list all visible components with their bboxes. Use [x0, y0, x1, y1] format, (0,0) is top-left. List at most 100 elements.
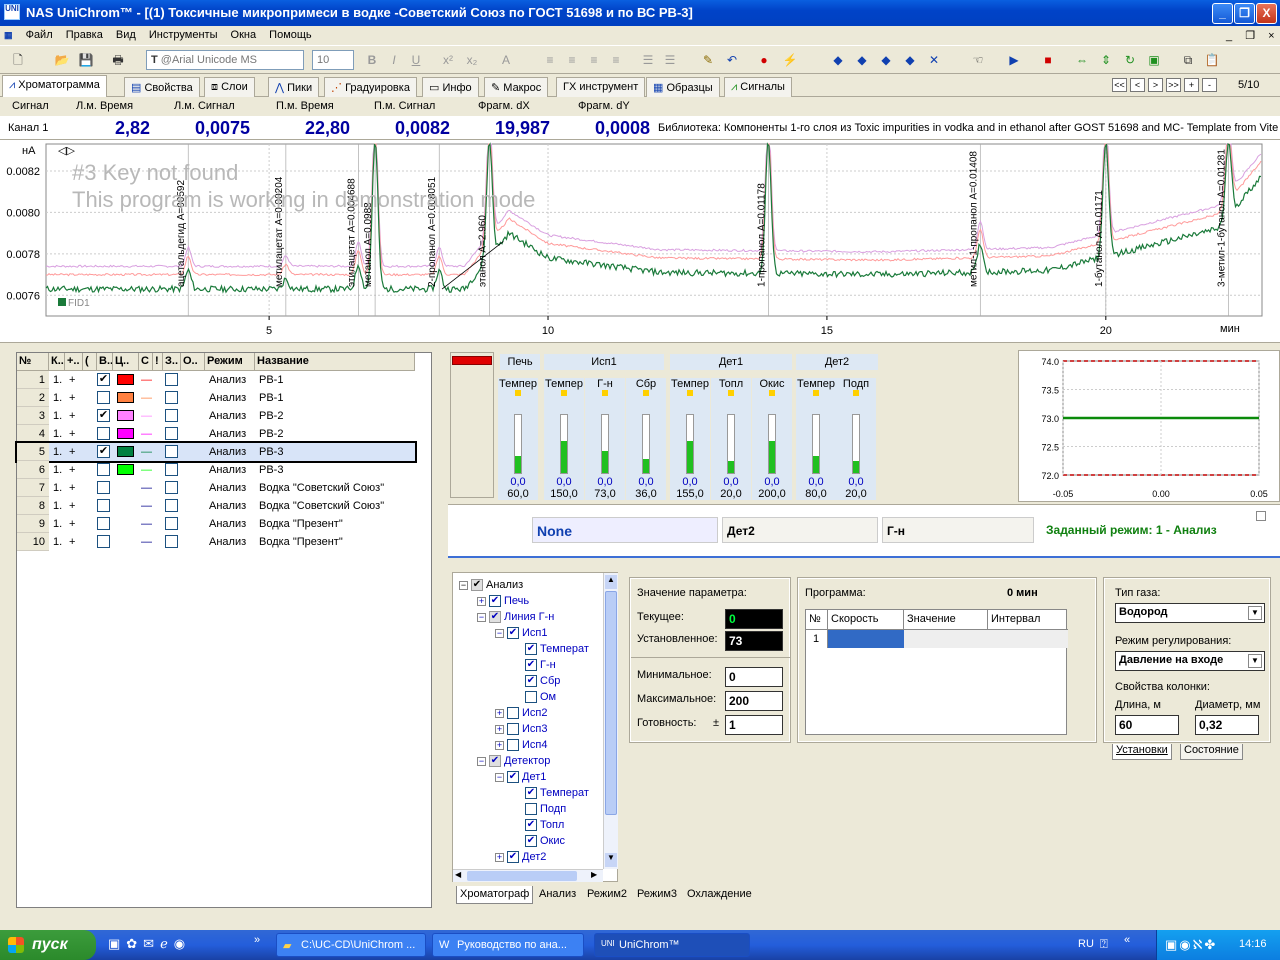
align-left-icon[interactable]: ≡ [540, 50, 560, 70]
menu-edit[interactable]: Правка [61, 26, 108, 41]
program-cell-rest[interactable] [904, 630, 1068, 648]
tree-node[interactable]: Ом [513, 691, 556, 704]
param-ready-input[interactable]: 1 [725, 715, 783, 735]
scroll-arrows-icon[interactable]: ◁▷ [58, 145, 75, 157]
line-style-icon[interactable]: — [141, 536, 152, 548]
tab-calibration[interactable]: ⋰ Градуировка [324, 77, 417, 97]
scroll-up-icon[interactable]: ▲ [605, 575, 617, 589]
tree-node[interactable]: + Исп2 [495, 707, 547, 720]
tree-checkbox[interactable]: ✔ [525, 675, 537, 688]
maximize-button[interactable]: ❐ [1234, 3, 1255, 24]
visible-checkbox[interactable] [97, 391, 110, 404]
nav-add-button[interactable]: + [1184, 78, 1199, 92]
nav-first-button[interactable]: << [1112, 78, 1127, 92]
tree-node[interactable]: − ✔ Дет1 [495, 771, 546, 784]
tree-node[interactable]: − ✔ Исп1 [495, 627, 547, 640]
visible-checkbox[interactable] [97, 499, 110, 512]
color-swatch[interactable] [117, 392, 134, 403]
arrow-sw-icon[interactable]: ◆ [876, 50, 896, 70]
visible-checkbox[interactable] [97, 427, 110, 440]
font-color-icon[interactable]: A [496, 50, 516, 70]
save-icon[interactable]: 💾 [76, 50, 96, 70]
tab-chromatogram[interactable]: ⩘ Хроматограмма [2, 75, 107, 97]
reg-mode-select[interactable]: Давление на входе ▼ [1115, 651, 1265, 671]
doc-window-controls[interactable]: _ ❐ × [1226, 29, 1275, 42]
tree-expand-icon[interactable]: − [495, 772, 504, 782]
tree-node[interactable]: − ✔ Анализ [459, 579, 523, 592]
expand-vertical-icon[interactable]: ⇕ [1096, 50, 1116, 70]
expand-horizontal-icon[interactable]: ⇔ [1072, 50, 1092, 70]
nav-last-button[interactable]: >> [1166, 78, 1181, 92]
cross-icon[interactable]: ✕ [924, 50, 944, 70]
grid-header[interactable]: +.. [65, 353, 83, 371]
underline-icon[interactable]: U [406, 50, 426, 70]
lock-checkbox[interactable] [165, 535, 178, 548]
color-swatch[interactable] [117, 428, 134, 439]
program-cell-speed[interactable] [828, 630, 904, 648]
tree-checkbox[interactable] [507, 723, 519, 736]
quick-launch-more-icon[interactable]: » [254, 934, 260, 946]
param-set-value[interactable]: 73 [725, 631, 783, 651]
tree-checkbox[interactable]: ✔ [525, 643, 537, 656]
visible-checkbox[interactable] [97, 463, 110, 476]
line-style-icon[interactable]: — [141, 518, 152, 530]
grid-header[interactable]: Ц.. [113, 353, 139, 371]
subscript-icon[interactable]: x₂ [462, 50, 482, 70]
tree-checkbox[interactable]: ✔ [525, 787, 537, 800]
visible-checkbox[interactable] [97, 535, 110, 548]
scroll-down-icon[interactable]: ▼ [605, 853, 617, 867]
minimize-button[interactable]: _ [1212, 3, 1233, 24]
grid-header[interactable]: В.. [97, 353, 113, 371]
tree-checkbox[interactable]: ✔ [489, 611, 501, 624]
tab-samples[interactable]: ▦ Образцы [646, 77, 720, 97]
visible-checkbox[interactable]: ✔ [97, 445, 110, 458]
line-style-icon[interactable]: — [141, 392, 152, 404]
line-style-icon[interactable]: — [141, 410, 152, 422]
tree-node[interactable]: − ✔ Детектор [477, 755, 550, 768]
tab-signals[interactable]: ⩘ Сигналы [724, 77, 792, 97]
tree-expand-icon[interactable]: + [477, 596, 486, 606]
status-dock-icon[interactable] [1256, 511, 1266, 521]
tree-node[interactable]: + ✔ Печь [477, 595, 529, 608]
tree-expand-icon[interactable]: − [459, 580, 468, 590]
param-min-input[interactable]: 0 [725, 667, 783, 687]
nav-prev-button[interactable]: < [1130, 78, 1145, 92]
tree-node[interactable]: ✔ Сбр [513, 675, 560, 688]
visible-checkbox[interactable]: ✔ [97, 409, 110, 422]
undo-icon[interactable]: ↶ [722, 50, 742, 70]
lightning-icon[interactable]: ⚡ [780, 50, 800, 70]
copy-icon[interactable]: ⧉ [1178, 50, 1198, 70]
table-row[interactable]: 3 1. + ✔ — Анализ РВ-2 [17, 407, 415, 425]
table-row[interactable]: 5 1. + ✔ — Анализ РВ-3 [15, 441, 417, 463]
lock-checkbox[interactable] [165, 445, 178, 458]
lock-checkbox[interactable] [165, 517, 178, 530]
scroll-left-icon[interactable]: ◀ [455, 870, 461, 879]
help-tray-icon[interactable]: ⍰ [1100, 936, 1108, 952]
menu-file[interactable]: Файл [21, 26, 58, 41]
column-diameter-input[interactable]: 0,32 [1195, 715, 1259, 735]
tree-checkbox[interactable]: ✔ [507, 851, 519, 864]
tree-node[interactable]: ✔ Температ [513, 643, 589, 656]
tree-checkbox[interactable]: ✔ [471, 579, 483, 592]
tree-checkbox[interactable]: ✔ [525, 659, 537, 672]
pointer-hand-icon[interactable]: ☜ [968, 50, 988, 70]
menu-help[interactable]: Помощь [264, 26, 317, 41]
settings-tree[interactable]: − ✔ Анализ + ✔ Печь − ✔ Линия Г-н − ✔ Исп1 ✔ Температ… [452, 572, 618, 882]
line-style-icon[interactable]: — [141, 428, 152, 440]
param-max-input[interactable]: 200 [725, 691, 783, 711]
grid-header[interactable]: № [17, 353, 49, 371]
column-length-input[interactable]: 60 [1115, 715, 1179, 735]
open-folder-icon[interactable]: 📂 [52, 50, 72, 70]
tab-chromatograph[interactable]: Хроматограф [456, 886, 534, 904]
task-unichrom[interactable]: UNI UniChrom™ [594, 933, 750, 957]
new-file-icon[interactable]: 🗋 [8, 50, 28, 70]
tree-expand-icon[interactable]: − [477, 756, 486, 766]
chromatogram-chart[interactable]: 5 10 15 20 0.0082 0.0080 0.0078 0.0076 нА мин ацет… [0, 140, 1280, 342]
grid-header[interactable]: ! [153, 353, 163, 371]
quick-launch-icons[interactable]: ▣✿✉ℯ◉ [108, 936, 191, 952]
close-button[interactable]: X [1256, 3, 1277, 24]
scroll-right-icon[interactable]: ▶ [591, 870, 597, 879]
tab-mode2[interactable]: Режим2 [584, 886, 630, 904]
tray-icons[interactable]: ▣◉ℵ✤ [1165, 937, 1217, 953]
tree-node[interactable]: ✔ Топл [513, 819, 564, 832]
